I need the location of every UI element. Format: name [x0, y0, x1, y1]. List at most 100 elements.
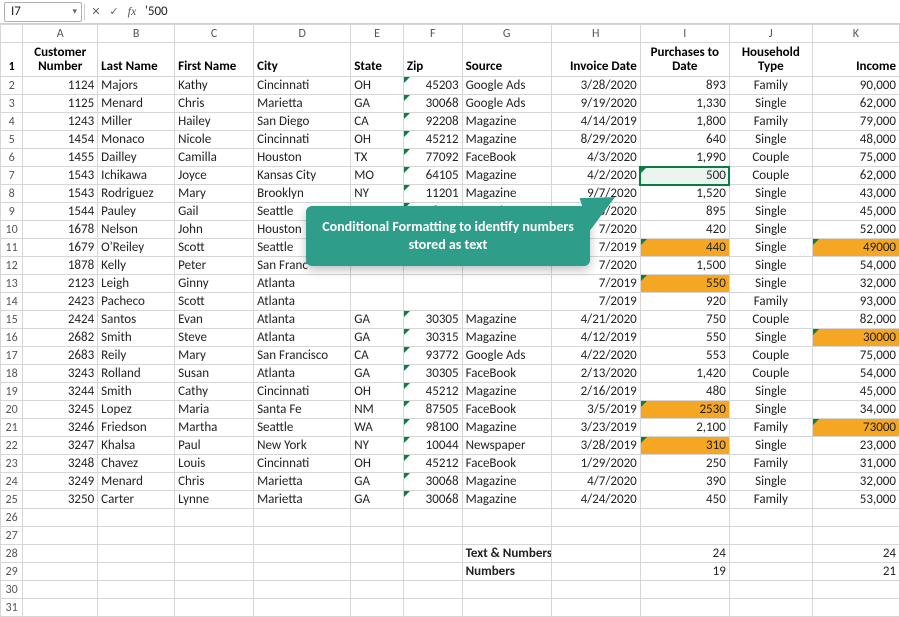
cell[interactable] [551, 563, 640, 581]
cell[interactable]: Couple [729, 149, 812, 167]
summary-value[interactable]: 19 [640, 563, 729, 581]
col-header-G[interactable]: G [462, 25, 551, 43]
cell[interactable] [351, 545, 404, 563]
cell[interactable]: 30068 [403, 95, 462, 113]
cancel-icon[interactable]: ✕ [87, 3, 105, 21]
cell[interactable]: 2683 [23, 347, 98, 365]
cell[interactable]: GA [351, 95, 404, 113]
cell[interactable]: Magazine [462, 419, 551, 437]
cell[interactable]: Newspaper [462, 437, 551, 455]
cell[interactable]: Smith [98, 383, 175, 401]
col-header-J[interactable]: J [729, 25, 812, 43]
cell[interactable]: Kelly [98, 257, 175, 275]
cell[interactable]: Seattle [254, 419, 351, 437]
cell[interactable]: 3249 [23, 473, 98, 491]
cell[interactable]: Couple [729, 347, 812, 365]
cell[interactable]: Cincinnati [254, 77, 351, 95]
cell[interactable]: 7/2019 [551, 293, 640, 311]
cell[interactable]: 3248 [23, 455, 98, 473]
cell[interactable]: Single [729, 239, 812, 257]
cell[interactable]: 3244 [23, 383, 98, 401]
row-header[interactable]: 23 [1, 455, 23, 473]
cell[interactable]: 30305 [403, 311, 462, 329]
cell[interactable] [23, 581, 98, 599]
cell[interactable] [98, 509, 175, 527]
cell[interactable] [462, 293, 551, 311]
cell[interactable]: Magazine [462, 185, 551, 203]
cell[interactable]: 2123 [23, 275, 98, 293]
cell[interactable] [254, 509, 351, 527]
cell[interactable]: Houston [254, 149, 351, 167]
cell[interactable] [98, 527, 175, 545]
cell[interactable]: Miller [98, 113, 175, 131]
cell[interactable]: New York [254, 437, 351, 455]
cell[interactable]: Khalsa [98, 437, 175, 455]
cell[interactable]: Atlanta [254, 329, 351, 347]
row-header[interactable]: 20 [1, 401, 23, 419]
cell[interactable]: Scott [175, 293, 254, 311]
cell[interactable]: 30068 [403, 473, 462, 491]
cell[interactable]: 893 [640, 77, 729, 95]
cell[interactable]: Family [729, 491, 812, 509]
cell[interactable] [351, 581, 404, 599]
col-header-K[interactable]: K [812, 25, 899, 43]
cell[interactable] [98, 545, 175, 563]
cell[interactable] [403, 275, 462, 293]
cell[interactable]: 3/5/2019 [551, 401, 640, 419]
cell[interactable]: 62,000 [812, 95, 899, 113]
cell[interactable]: 310 [640, 437, 729, 455]
cell[interactable]: Magazine [462, 167, 551, 185]
row-header[interactable]: 12 [1, 257, 23, 275]
cell[interactable] [640, 509, 729, 527]
cell[interactable]: 73000 [812, 419, 899, 437]
cell[interactable]: MO [351, 167, 404, 185]
cell[interactable]: Chris [175, 95, 254, 113]
cell[interactable]: 920 [640, 293, 729, 311]
cell[interactable]: 1,800 [640, 113, 729, 131]
cell[interactable]: 4/12/2019 [551, 329, 640, 347]
row-header[interactable]: 26 [1, 509, 23, 527]
header-first-name[interactable]: First Name [175, 43, 254, 77]
cell[interactable]: Magazine [462, 131, 551, 149]
cell[interactable] [551, 545, 640, 563]
summary-value[interactable]: 24 [812, 545, 899, 563]
cell[interactable] [98, 563, 175, 581]
cell[interactable]: 4/2/2020 [551, 167, 640, 185]
cell[interactable]: 30315 [403, 329, 462, 347]
row-header[interactable]: 17 [1, 347, 23, 365]
row-header[interactable]: 9 [1, 203, 23, 221]
cell[interactable] [175, 509, 254, 527]
cell[interactable]: NY [351, 185, 404, 203]
cell[interactable]: OH [351, 383, 404, 401]
row-header[interactable]: 21 [1, 419, 23, 437]
cell[interactable]: Pauley [98, 203, 175, 221]
header-customer-number[interactable]: Customer Number [23, 43, 98, 77]
row-header[interactable]: 29 [1, 563, 23, 581]
cell[interactable]: 32,000 [812, 473, 899, 491]
col-header-D[interactable]: D [254, 25, 351, 43]
cell[interactable]: Marietta [254, 95, 351, 113]
cell[interactable]: San Francisco [254, 347, 351, 365]
cell[interactable]: Single [729, 257, 812, 275]
col-header-C[interactable]: C [175, 25, 254, 43]
cell[interactable]: Susan [175, 365, 254, 383]
cell[interactable]: 30000 [812, 329, 899, 347]
cell[interactable]: Google Ads [462, 347, 551, 365]
cell[interactable]: 750 [640, 311, 729, 329]
cell[interactable]: Majors [98, 77, 175, 95]
cell[interactable]: 54,000 [812, 257, 899, 275]
cell[interactable]: San Diego [254, 113, 351, 131]
cell[interactable]: 640 [640, 131, 729, 149]
cell[interactable]: Cincinnati [254, 383, 351, 401]
cell[interactable]: 90,000 [812, 77, 899, 95]
row-header[interactable]: 4 [1, 113, 23, 131]
cell[interactable] [729, 581, 812, 599]
cell[interactable]: Chavez [98, 455, 175, 473]
cell[interactable]: Hailey [175, 113, 254, 131]
cell[interactable]: Menard [98, 473, 175, 491]
cell[interactable] [254, 527, 351, 545]
cell[interactable]: 11201 [403, 185, 462, 203]
cell[interactable]: Cincinnati [254, 455, 351, 473]
row-header[interactable]: 3 [1, 95, 23, 113]
cell[interactable]: Cincinnati [254, 131, 351, 149]
